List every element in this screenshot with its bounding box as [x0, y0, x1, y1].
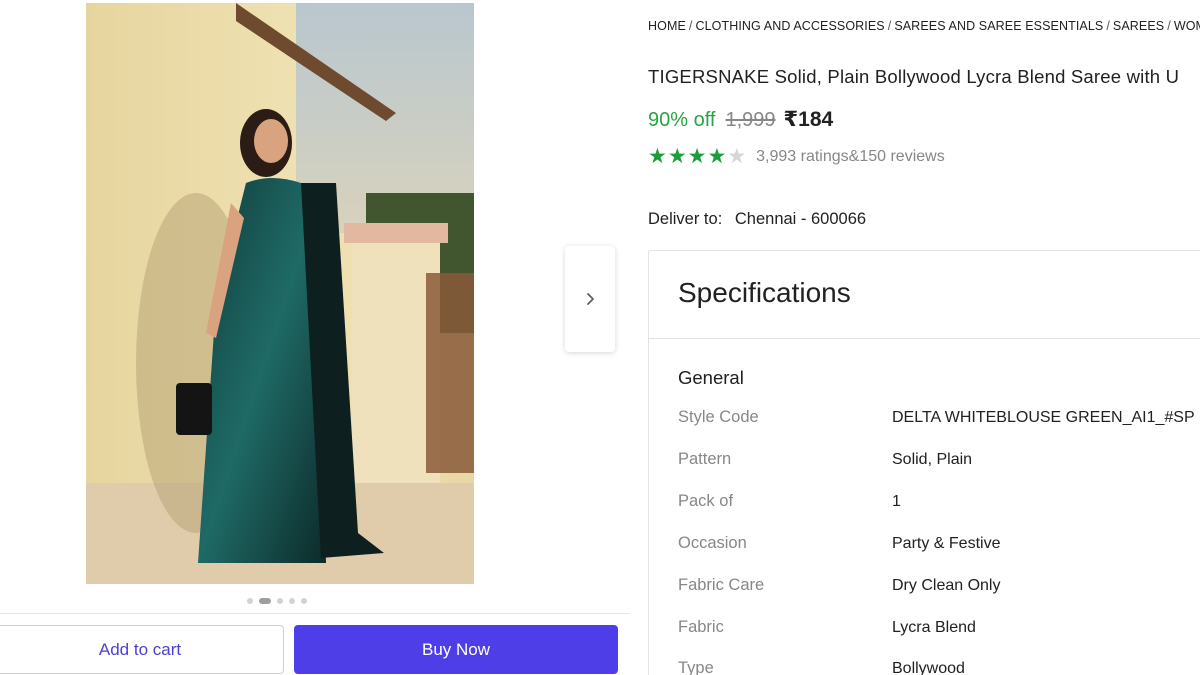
- next-image-button[interactable]: [565, 246, 615, 352]
- spec-value: Party & Festive: [892, 535, 1001, 552]
- specifications-title: Specifications: [678, 277, 851, 308]
- pagination-dot[interactable]: [301, 598, 307, 604]
- spec-key: Pattern: [678, 450, 732, 468]
- product-title: TIGERSNAKE Solid, Plain Bollywood Lycra …: [648, 66, 1180, 87]
- breadcrumb-separator: /: [1167, 19, 1171, 33]
- pagination-dot[interactable]: [289, 598, 295, 604]
- specifications-header: Specifications: [649, 251, 1200, 339]
- spec-value: Dry Clean Only: [892, 577, 1001, 594]
- star-filled-icon: ★: [648, 145, 667, 168]
- pagination-dot[interactable]: [247, 598, 253, 604]
- star-filled-icon: ★: [707, 145, 727, 168]
- price-row: 90% off 1,999 ₹184: [648, 107, 833, 132]
- image-pagination-dots: [247, 598, 307, 604]
- star-rating: ★ ★ ★ ★ ★: [648, 146, 746, 167]
- breadcrumb: HOME / CLOTHING AND ACCESSORIES / SAREES AND…: [648, 19, 1200, 33]
- spec-row-fabric-care: Fabric Care Dry Clean Only: [678, 576, 1198, 602]
- spec-key: Style Code: [678, 408, 759, 426]
- breadcrumb-separator: /: [688, 19, 693, 33]
- spec-value: 1: [892, 493, 901, 510]
- star-filled-icon: ★: [667, 145, 687, 168]
- spec-value: Lycra Blend: [892, 619, 976, 636]
- original-price: 1,999: [725, 109, 776, 131]
- spec-section-general: General: [678, 367, 744, 388]
- ratings-count[interactable]: 3,993 ratings: [756, 148, 849, 166]
- breadcrumb-separator: /: [1106, 19, 1110, 33]
- star-empty-icon: ★: [727, 145, 747, 168]
- spec-row-occasion: Occasion Party & Festive: [678, 534, 1198, 560]
- delivery-location[interactable]: Deliver to: Chennai - 600066: [648, 210, 866, 229]
- spec-row-fabric: Fabric Lycra Blend: [678, 618, 1198, 644]
- pagination-dot-active[interactable]: [259, 598, 271, 604]
- spec-key: Fabric: [678, 618, 724, 636]
- spec-key: Type: [678, 659, 714, 675]
- spec-key: Occasion: [678, 534, 747, 552]
- spec-key: Fabric Care: [678, 576, 765, 594]
- spec-value: DELTA WHITEBLOUSE GREEN_AI1_#SP: [892, 409, 1195, 426]
- breadcrumb-link-home[interactable]: HOME: [648, 19, 686, 33]
- selling-price: ₹184: [783, 108, 834, 131]
- buy-now-button[interactable]: Buy Now: [294, 625, 618, 674]
- ratings-separator: &: [848, 147, 860, 165]
- spec-key: Pack of: [678, 492, 734, 510]
- breadcrumb-link-saree-essentials[interactable]: SAREES AND SAREE ESSENTIALS: [894, 19, 1103, 33]
- product-gallery: Add to cart Buy Now: [0, 0, 632, 675]
- deliver-to-label: Deliver to:: [648, 210, 723, 228]
- product-photo-illustration: [86, 3, 474, 584]
- spec-row-pack-of: Pack of 1: [678, 492, 1198, 518]
- spec-row-pattern: Pattern Solid, Plain: [678, 450, 1198, 476]
- pagination-dot[interactable]: [277, 598, 283, 604]
- specifications-card: Specifications General Style Code DELTA …: [648, 250, 1200, 675]
- spec-value: Solid, Plain: [892, 451, 973, 468]
- chevron-right-icon: [587, 293, 594, 305]
- add-to-cart-button[interactable]: Add to cart: [0, 625, 284, 674]
- product-photo[interactable]: [86, 3, 474, 584]
- purchase-action-bar: Add to cart Buy Now: [0, 613, 630, 675]
- breadcrumb-link-womens[interactable]: WOMEN'S: [1174, 19, 1200, 33]
- spec-row-type: Type Bollywood: [678, 659, 1198, 675]
- reviews-count[interactable]: 150 reviews: [859, 148, 944, 166]
- breadcrumb-link-sarees[interactable]: SAREES: [1113, 19, 1164, 33]
- discount-percent: 90% off: [648, 109, 716, 131]
- breadcrumb-separator: /: [887, 19, 892, 33]
- star-filled-icon: ★: [687, 145, 707, 168]
- rating-row: ★ ★ ★ ★ ★ 3,993 ratings & 150 reviews: [648, 146, 945, 167]
- spec-value: Bollywood: [892, 660, 965, 675]
- product-info-panel: HOME / CLOTHING AND ACCESSORIES / SAREES AND…: [648, 0, 1200, 675]
- delivery-pincode[interactable]: Chennai - 600066: [735, 210, 866, 228]
- spec-row-style-code: Style Code DELTA WHITEBLOUSE GREEN_AI1_#…: [678, 408, 1198, 434]
- breadcrumb-link-clothing[interactable]: CLOTHING AND ACCESSORIES: [695, 19, 884, 33]
